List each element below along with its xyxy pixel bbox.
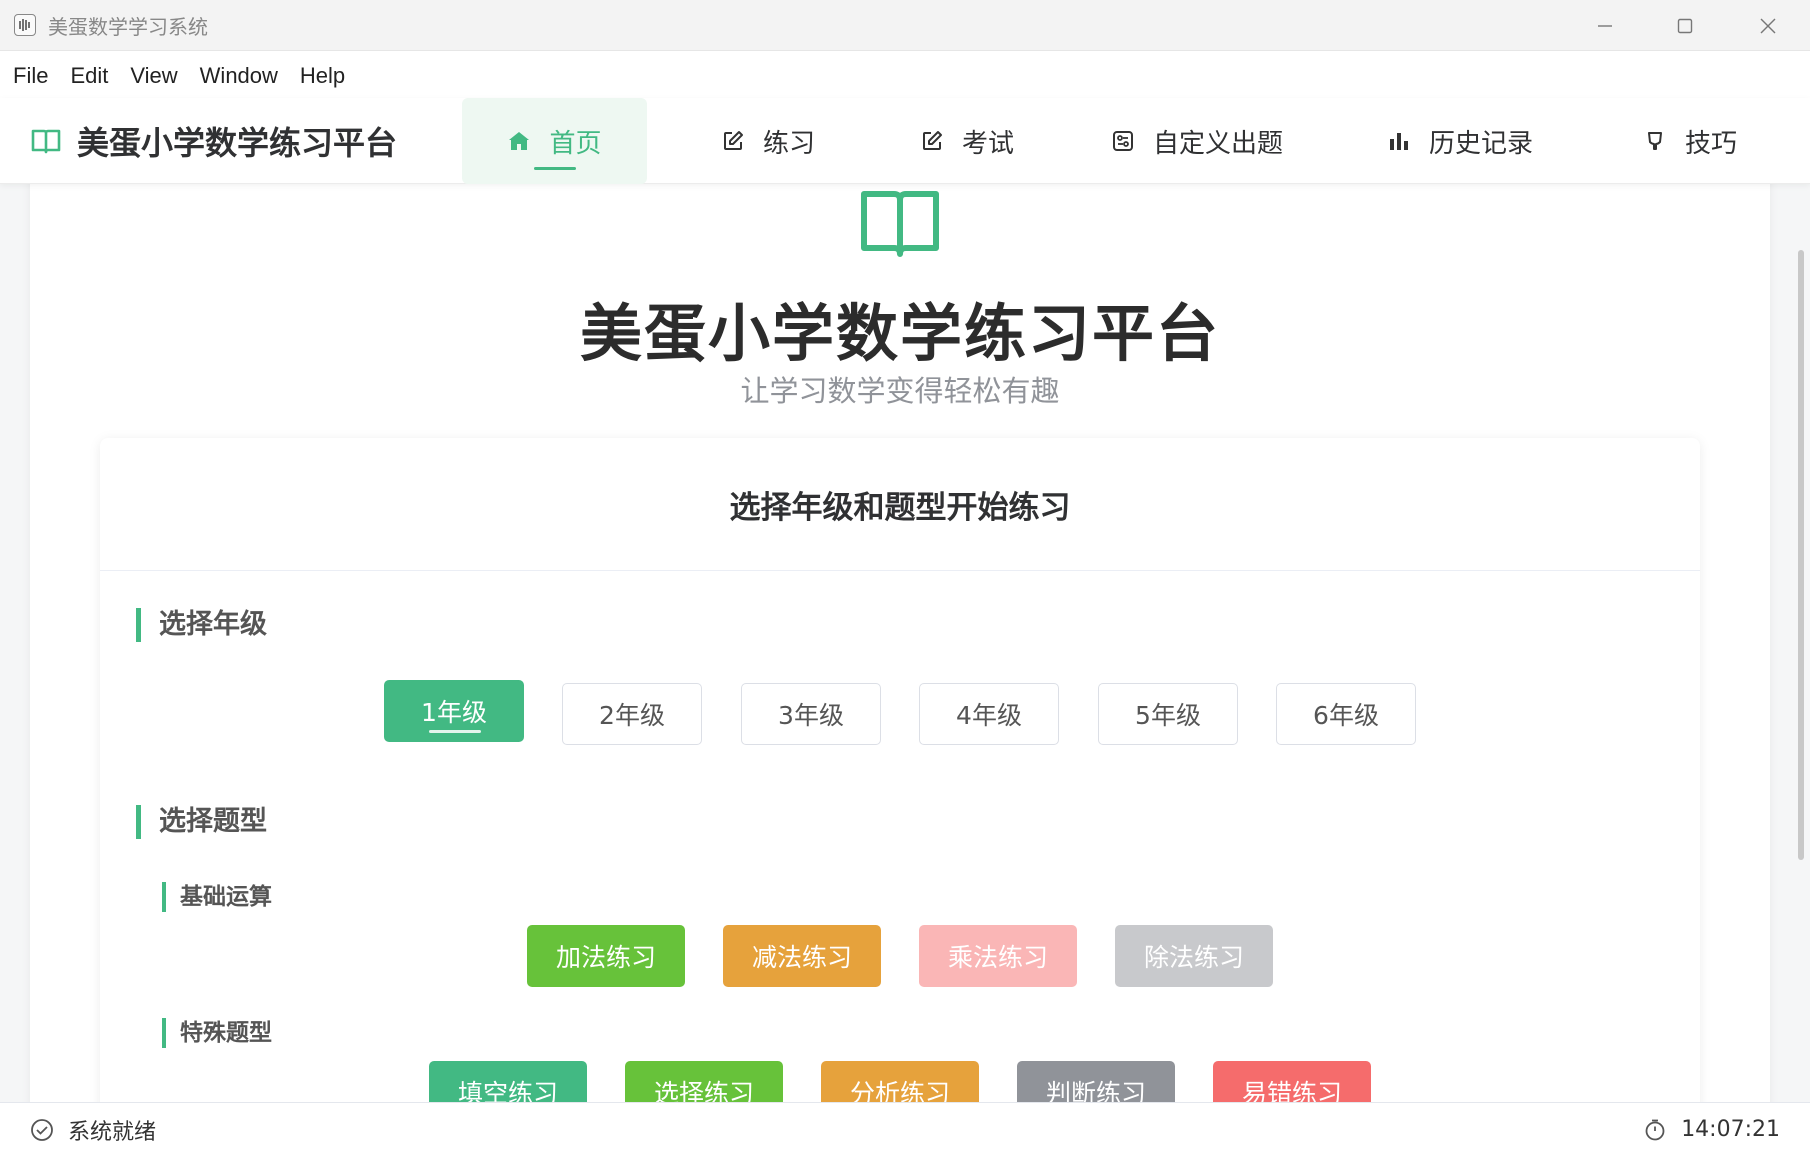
grade-button-3[interactable]: 3年级 <box>741 683 881 745</box>
menu-file[interactable]: File <box>13 63 48 89</box>
edit-icon <box>922 131 942 150</box>
settings-panel-icon <box>1112 131 1133 151</box>
tab-history[interactable]: 历史记录 <box>1380 98 1540 184</box>
status-text: 系统就绪 <box>68 1119 157 1145</box>
grade-section-title: 选择年级 <box>136 608 267 642</box>
tab-custom-questions[interactable]: 自定义出题 <box>1107 98 1287 184</box>
app-icon <box>14 14 36 36</box>
close-button[interactable] <box>1728 0 1808 51</box>
tab-label: 考试 <box>961 128 1014 159</box>
tab-exam[interactable]: 考试 <box>907 98 1027 184</box>
basic-group-title: 基础运算 <box>162 882 272 912</box>
bar-chart-icon <box>1389 133 1408 150</box>
menu-window[interactable]: Window <box>200 63 278 89</box>
grade-button-5[interactable]: 5年级 <box>1098 683 1238 745</box>
scrollbar[interactable] <box>1798 250 1804 860</box>
page-title: 美蛋小学数学练习平台 <box>579 297 1220 370</box>
tab-label: 首页 <box>549 128 602 159</box>
edit-icon <box>723 131 743 150</box>
addition-practice-button[interactable]: 加法练习 <box>527 925 685 987</box>
minimize-button[interactable] <box>1565 0 1645 51</box>
maximize-button[interactable] <box>1645 0 1725 51</box>
type-section-title: 选择题型 <box>136 805 267 839</box>
tab-label: 历史记录 <box>1428 128 1533 159</box>
tab-label: 练习 <box>762 128 815 159</box>
lightbulb-icon <box>1647 132 1662 150</box>
tab-label: 自定义出题 <box>1152 128 1283 159</box>
card-title: 选择年级和题型开始练习 <box>100 438 1700 571</box>
subtraction-practice-button[interactable]: 减法练习 <box>723 925 881 987</box>
window-title: 美蛋数学学习系统 <box>48 14 208 39</box>
page-subtitle: 让学习数学变得轻松有趣 <box>740 374 1060 408</box>
practice-selection-card: 选择年级和题型开始练习 <box>100 438 1700 1138</box>
grade-button-2[interactable]: 2年级 <box>562 683 702 745</box>
book-icon <box>861 191 939 257</box>
tab-practice[interactable]: 练习 <box>708 98 828 184</box>
multiplication-practice-button[interactable]: 乘法练习 <box>919 925 1077 987</box>
status-bar: 系统就绪 14:07:21 <box>0 1102 1810 1156</box>
menu-help[interactable]: Help <box>300 63 345 89</box>
brand-name: 美蛋小学数学练习平台 <box>77 124 398 162</box>
check-circle-icon <box>31 1118 53 1141</box>
app-navigation: 美蛋小学数学练习平台 首页 练习 考试 自定义出题 历史记录 技巧 <box>0 98 1810 184</box>
grade-button-4[interactable]: 4年级 <box>919 683 1059 745</box>
tab-label: 技巧 <box>1684 128 1737 159</box>
menu-edit[interactable]: Edit <box>70 63 108 89</box>
brand[interactable]: 美蛋小学数学练习平台 <box>30 118 397 164</box>
status-time: 14:07:21 <box>1681 1117 1780 1142</box>
grade-button-1[interactable]: 1年级 <box>384 680 524 742</box>
timer-icon <box>1645 1119 1665 1140</box>
special-group-title: 特殊题型 <box>162 1018 272 1048</box>
home-icon <box>509 132 530 150</box>
status-clock: 14:07:21 <box>1643 1117 1780 1142</box>
book-icon <box>31 129 61 154</box>
grade-button-6[interactable]: 6年级 <box>1276 683 1416 745</box>
tab-home[interactable]: 首页 <box>462 98 647 184</box>
menu-bar: File Edit View Window Help <box>0 52 1810 100</box>
window-title-bar: 美蛋数学学习系统 <box>0 0 1810 51</box>
status-message: 系统就绪 <box>30 1114 156 1146</box>
tab-tips[interactable]: 技巧 <box>1630 98 1750 184</box>
menu-view[interactable]: View <box>130 63 177 89</box>
division-practice-button[interactable]: 除法练习 <box>1115 925 1273 987</box>
